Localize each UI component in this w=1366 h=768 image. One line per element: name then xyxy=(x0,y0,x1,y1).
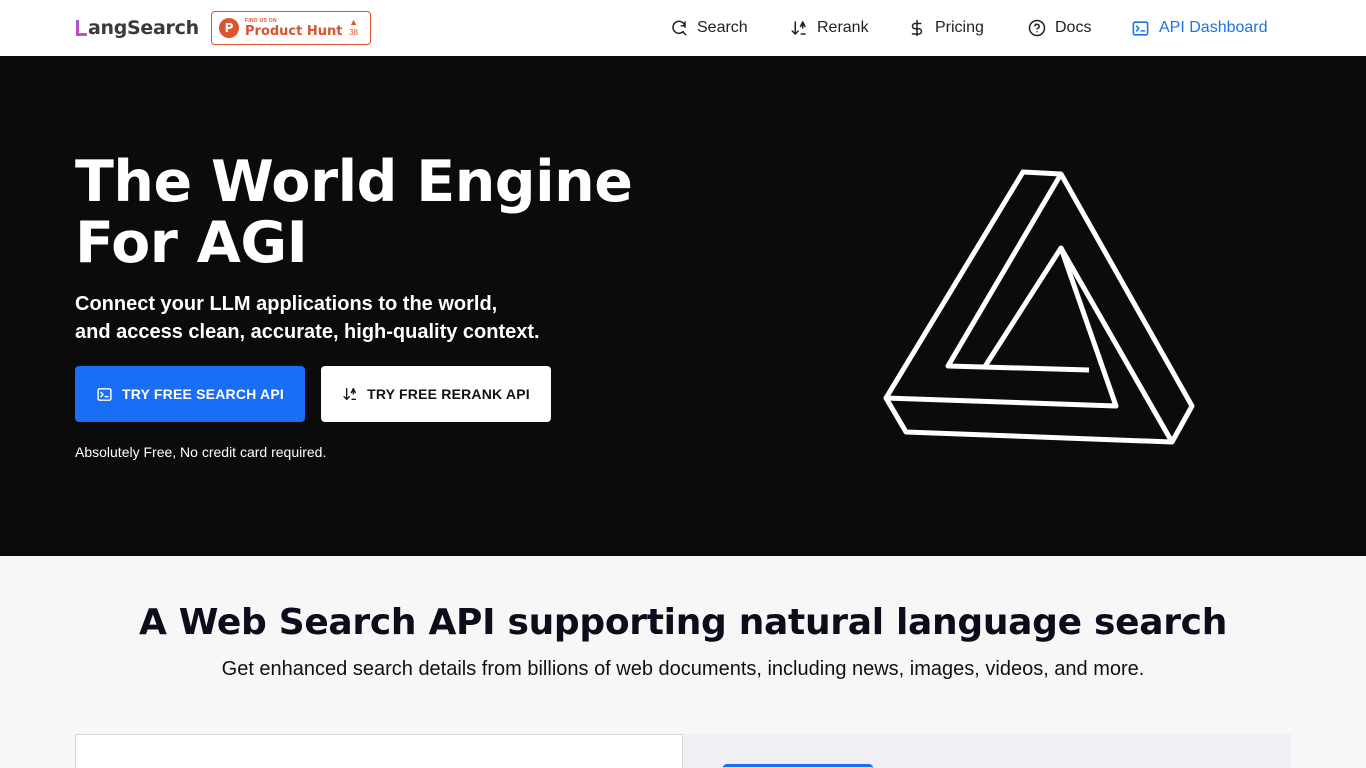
demo-card-left xyxy=(75,734,683,768)
demo-tab-button[interactable] xyxy=(723,764,873,768)
logo-mark-icon xyxy=(76,20,87,36)
try-search-api-button[interactable]: TRY FREE SEARCH API xyxy=(75,366,305,422)
site-header: angSearch P FIND US ON Product Hunt ▲ 38… xyxy=(0,0,1366,56)
demo-card-right xyxy=(683,734,1291,768)
product-hunt-texts: FIND US ON Product Hunt xyxy=(245,17,343,39)
hero-section: The World Engine For AGI Connect your LL… xyxy=(0,56,1366,556)
nav-api-dashboard-label: API Dashboard xyxy=(1159,19,1268,36)
section-subtitle: Get enhanced search details from billion… xyxy=(221,658,1145,680)
hero-subtitle: Connect your LLM applications to the wor… xyxy=(75,290,635,346)
nav-pricing[interactable]: Pricing xyxy=(908,0,984,56)
upvote-arrow-icon: ▲ xyxy=(349,17,358,27)
sort-arrows-icon xyxy=(343,388,357,400)
logo[interactable]: angSearch xyxy=(75,15,199,41)
nav-pricing-label: Pricing xyxy=(935,19,984,36)
section-title: A Web Search API supporting natural lang… xyxy=(138,602,1228,643)
impossible-triangle-icon xyxy=(883,169,1195,445)
nav-rerank[interactable]: Rerank xyxy=(790,0,869,56)
search-refresh-icon xyxy=(672,20,687,36)
product-hunt-logo-icon: P xyxy=(219,18,239,38)
terminal-icon xyxy=(1132,20,1149,36)
nav-docs-label: Docs xyxy=(1055,19,1092,36)
free-note: Absolutely Free, No credit card required… xyxy=(75,444,327,460)
terminal-icon xyxy=(97,387,112,401)
product-hunt-small-text: FIND US ON xyxy=(245,17,277,24)
hero-subtitle-line-1: Connect your LLM applications to the wor… xyxy=(75,293,498,315)
nav-docs[interactable]: Docs xyxy=(1028,0,1091,56)
hero-title-line-2: For AGI xyxy=(75,210,308,276)
logo-text: angSearch xyxy=(88,17,199,39)
nav-search[interactable]: Search xyxy=(670,0,748,56)
try-search-api-label: TRY FREE SEARCH API xyxy=(122,386,284,402)
hero-title-line-1: The World Engine xyxy=(75,149,633,215)
product-hunt-badge[interactable]: P FIND US ON Product Hunt ▲ 38 xyxy=(211,11,371,45)
upvote-count: 38 xyxy=(349,28,358,37)
hero-title: The World Engine For AGI xyxy=(75,152,695,274)
product-hunt-name: Product Hunt xyxy=(245,23,343,39)
product-hunt-vote: ▲ 38 xyxy=(349,18,358,37)
hero-subtitle-line-2: and access clean, accurate, high-quality… xyxy=(75,321,540,343)
try-rerank-api-label: TRY FREE RERANK API xyxy=(367,386,530,402)
dollar-icon xyxy=(911,19,923,37)
sort-arrows-icon xyxy=(791,21,806,35)
nav-api-dashboard[interactable]: API Dashboard xyxy=(1131,0,1268,56)
nav-search-label: Search xyxy=(697,19,748,36)
help-circle-icon xyxy=(1028,19,1046,37)
try-rerank-api-button[interactable]: TRY FREE RERANK API xyxy=(321,366,551,422)
nav-rerank-label: Rerank xyxy=(817,19,869,36)
